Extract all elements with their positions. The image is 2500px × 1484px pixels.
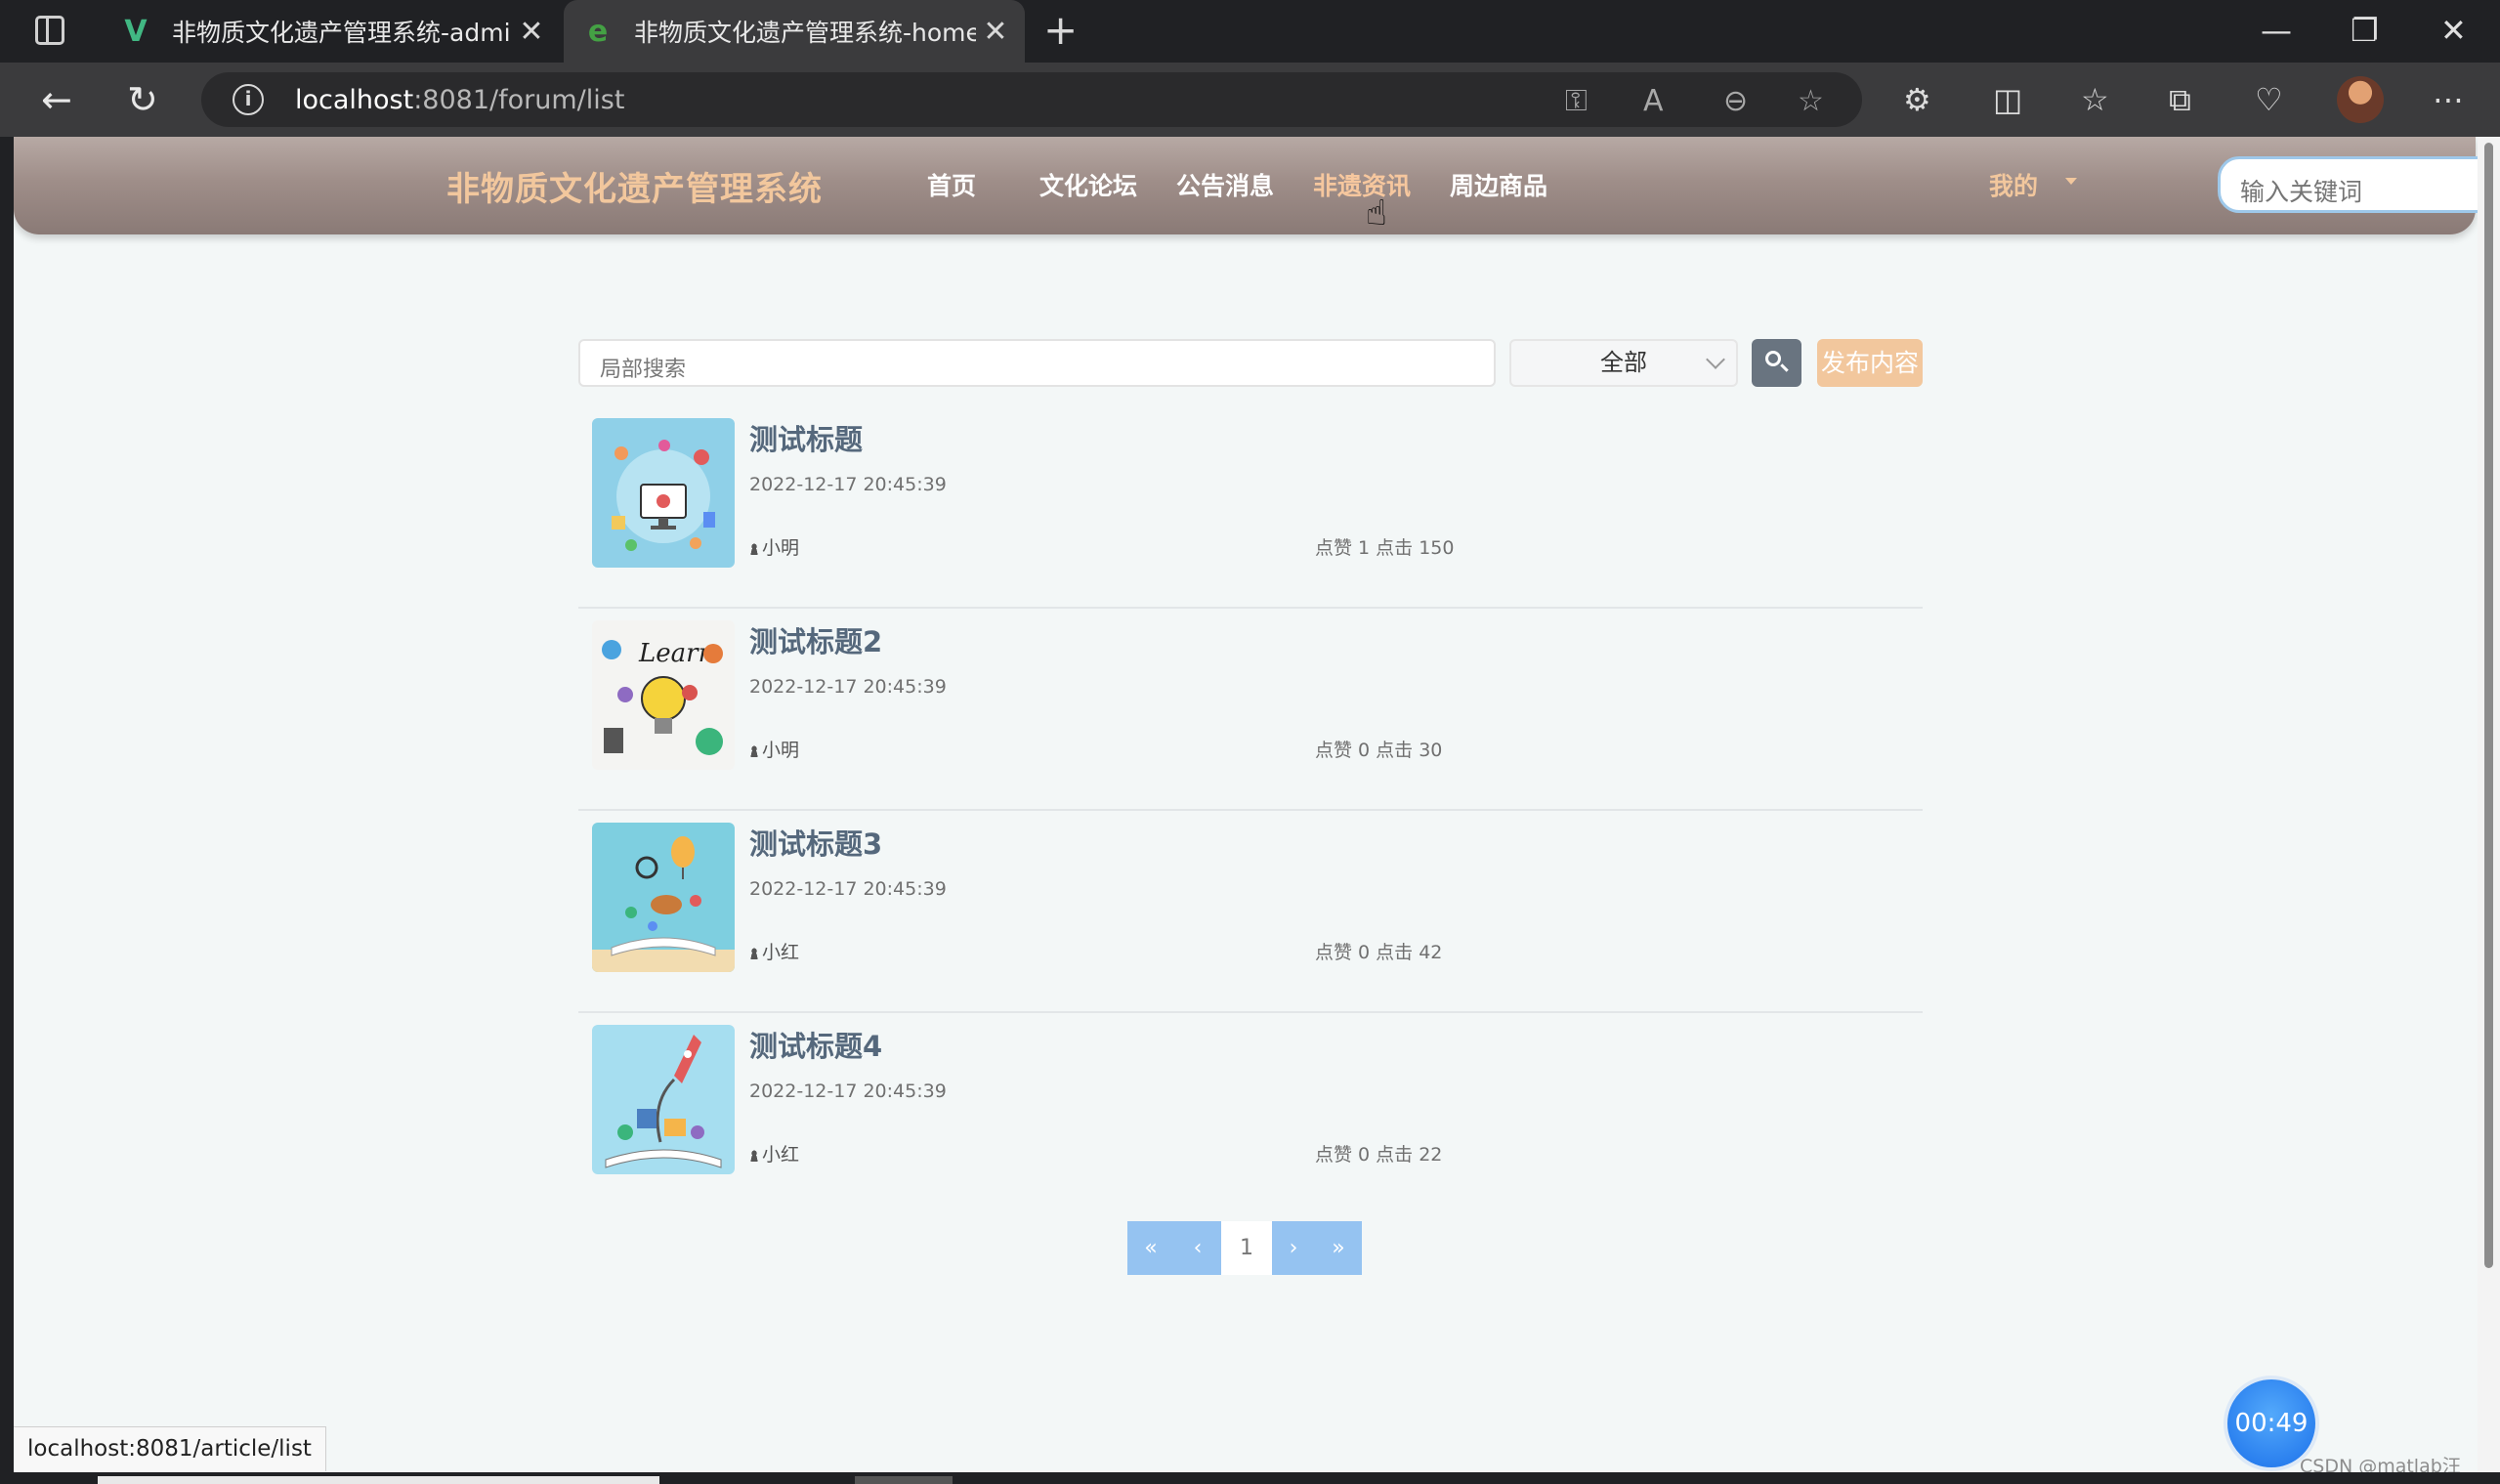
split-screen-icon[interactable]: ◫ [1993,80,2022,119]
nav-goods[interactable]: 周边商品 [1450,167,1547,202]
post-title[interactable]: 测试标题4 [749,1024,882,1065]
post-author: 小红 [749,1140,799,1166]
keyword-search-input[interactable] [2218,156,2478,213]
post-title[interactable]: 测试标题 [749,417,863,458]
tab-title: 非物质文化遗产管理系统-home [634,19,976,47]
post-item[interactable]: 测试标题4 2022-12-17 20:45:39 小红 点赞 0 点击 22 [578,1014,1923,1215]
back-icon[interactable]: ← [41,78,72,121]
tab-admin[interactable]: V 非物质文化遗产管理系统-admin ✕ [102,0,561,63]
user-icon [749,1150,759,1162]
more-menu-icon[interactable]: ⋯ [2433,80,2464,119]
post-thumbnail[interactable]: Learn [592,620,735,770]
window-close-icon[interactable]: ✕ [2440,8,2467,53]
profile-avatar[interactable] [2337,76,2384,123]
taskbar-strip [0,1472,2500,1484]
edge-icon: e [587,14,609,49]
search-button[interactable] [1752,339,1801,387]
extensions-icon[interactable]: ⚙ [1903,80,1931,119]
publish-button[interactable]: 发布内容 [1817,339,1923,387]
address-toolbar: ← ↻ i localhost:8081/forum/list ⚿ A ⊖ ☆ … [0,63,2500,137]
nav-home[interactable]: 首页 [927,167,976,202]
zoom-icon[interactable]: ⊖ [1723,84,1748,118]
post-stats: 点赞 1 点击 150 [1315,537,1455,559]
site-title[interactable]: 非物质文化遗产管理系统 [446,162,823,210]
divider [578,607,1923,609]
post-stats: 点赞 0 点击 30 [1315,740,1443,761]
my-menu[interactable]: 我的 [1989,167,2038,202]
last-page-button[interactable]: » [1315,1221,1362,1275]
scrollbar-thumb[interactable] [2484,143,2493,1268]
post-author: 小红 [749,938,799,964]
next-page-button[interactable]: › [1272,1221,1315,1275]
category-select-value: 全部 [1600,349,1647,376]
collections-icon[interactable]: ⧉ [2169,80,2191,119]
nav-news[interactable]: 非遗资讯 [1313,167,1411,202]
first-page-button[interactable]: « [1127,1221,1174,1275]
site-header: 非物质文化遗产管理系统 首页 文化论坛 公告消息 非遗资讯 周边商品 我的 ☝ [14,137,2478,234]
url-text[interactable]: localhost:8081/forum/list [295,85,624,115]
post-stats: 点赞 0 点击 22 [1315,1144,1443,1166]
page-viewport: 非物质文化遗产管理系统 首页 文化论坛 公告消息 非遗资讯 周边商品 我的 ☝ … [14,137,2478,1472]
read-aloud-icon[interactable]: A [1643,84,1664,118]
mouse-pointer-icon: ☝ [1366,193,1387,233]
local-search-input[interactable]: 局部搜索 [578,339,1496,387]
scrollbar[interactable] [2478,137,2500,1472]
minimize-icon[interactable]: — [2261,8,2292,53]
tab-home[interactable]: e 非物质文化遗产管理系统-home ✕ [564,0,1025,63]
search-icon [1765,351,1781,366]
post-author: 小明 [749,736,799,762]
post-thumbnail[interactable] [592,418,735,568]
browser-tab-bar: V 非物质文化遗产管理系统-admin ✕ e 非物质文化遗产管理系统-home… [0,0,2500,63]
post-item[interactable]: 测试标题3 2022-12-17 20:45:39 小红 点赞 0 点击 42 [578,812,1923,1013]
category-select[interactable]: 全部 [1509,339,1738,387]
post-thumbnail[interactable] [592,1025,735,1174]
svg-text:Learn: Learn [638,639,714,668]
post-date: 2022-12-17 20:45:39 [749,878,947,900]
vue-icon: V [124,14,148,49]
site-info-icon[interactable]: i [233,84,264,115]
key-icon[interactable]: ⚿ [1565,84,1588,118]
post-title[interactable]: 测试标题3 [749,822,882,863]
user-icon [749,948,759,959]
user-icon [749,745,759,757]
divider [578,809,1923,811]
post-date: 2022-12-17 20:45:39 [749,676,947,698]
post-title[interactable]: 测试标题2 [749,619,882,660]
chevron-down-icon [1706,350,1725,369]
tab-title: 非物质文化遗产管理系统-admin [172,19,512,47]
restore-icon[interactable]: ❐ [2351,8,2379,53]
post-author: 小明 [749,533,799,560]
pagination: « ‹ 1 › » [1127,1221,1362,1275]
status-bar-url: localhost:8081/article/list [14,1426,326,1471]
watermark: CSDN @matlab汪汪队 [2300,1456,2461,1472]
favorite-star-icon[interactable]: ☆ [1798,84,1824,118]
refresh-icon[interactable]: ↻ [127,78,158,121]
prev-page-button[interactable]: ‹ [1174,1221,1221,1275]
divider [578,1011,1923,1013]
close-tab-icon[interactable]: ✕ [976,15,1015,49]
favorites-icon[interactable]: ☆ [2081,80,2109,119]
post-item[interactable]: Learn 测试标题2 2022-12-17 20:45:39 小明 点赞 0 … [578,610,1923,811]
tab-actions-icon[interactable] [35,16,64,45]
page-number-button[interactable]: 1 [1221,1221,1272,1275]
post-stats: 点赞 0 点击 42 [1315,942,1443,963]
user-icon [749,543,759,555]
nav-forum[interactable]: 文化论坛 [1039,167,1137,202]
caret-down-icon[interactable] [2065,178,2077,185]
nav-notice[interactable]: 公告消息 [1176,167,1274,202]
address-bar[interactable]: i localhost:8081/forum/list ⚿ A ⊖ ☆ [201,72,1862,127]
post-thumbnail[interactable] [592,823,735,972]
post-date: 2022-12-17 20:45:39 [749,1081,947,1102]
post-item[interactable]: 测试标题 2022-12-17 20:45:39 小明 点赞 1 点击 150 [578,407,1923,609]
post-date: 2022-12-17 20:45:39 [749,474,947,495]
new-tab-icon[interactable]: + [1043,8,1078,53]
close-tab-icon[interactable]: ✕ [512,15,551,49]
browser-essentials-icon[interactable]: ♡ [2255,80,2283,119]
